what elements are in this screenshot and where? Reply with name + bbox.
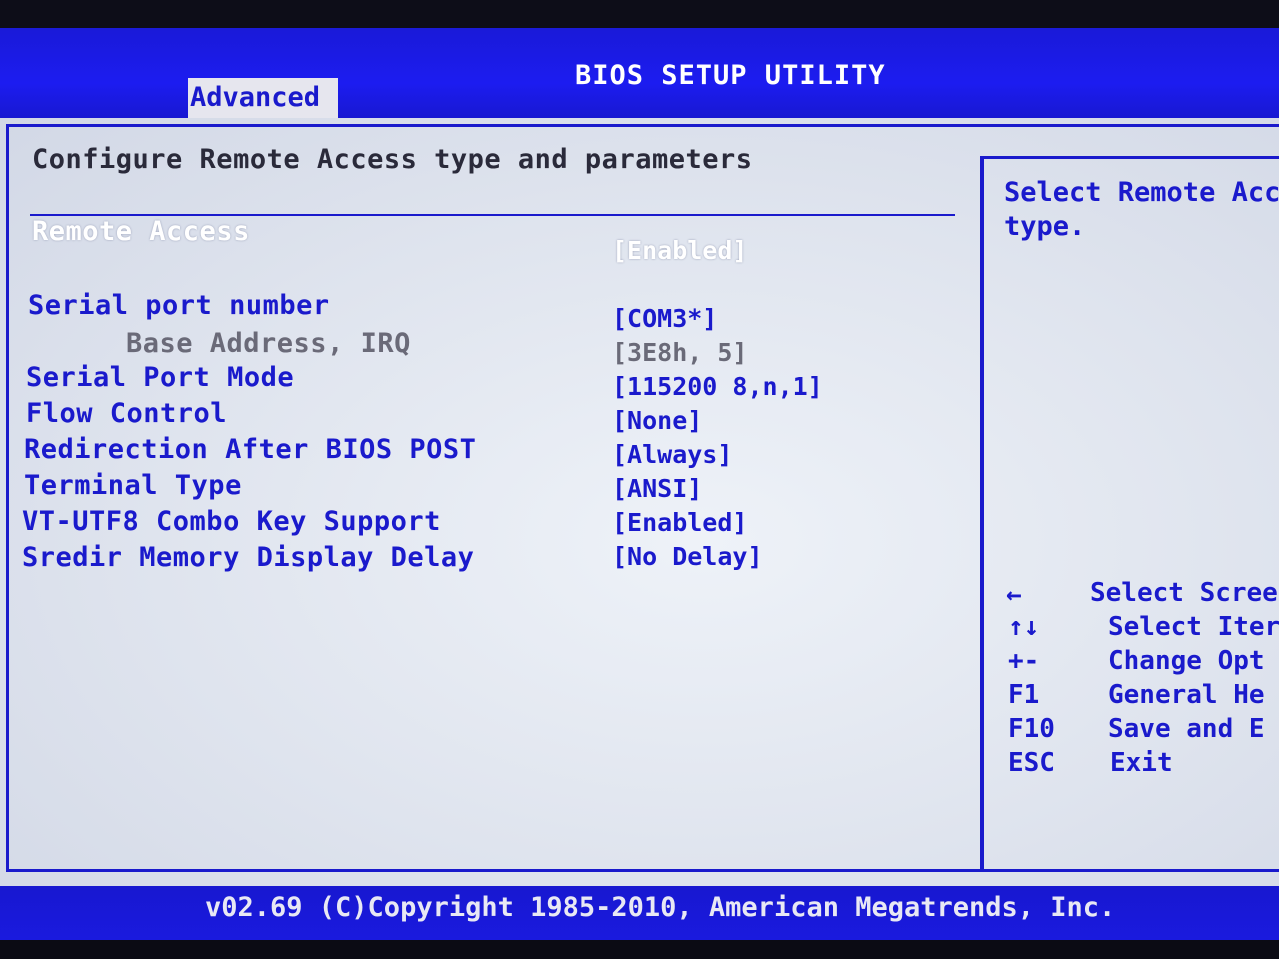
bezel-bottom: [0, 940, 1279, 959]
setting-label-flow-control[interactable]: Flow Control: [26, 398, 227, 429]
setting-value-flow-control[interactable]: [None]: [612, 406, 702, 435]
section-title: Configure Remote Access type and paramet…: [32, 144, 753, 175]
key-esc: ESC: [1008, 748, 1055, 778]
tab-advanced[interactable]: Advanced: [188, 78, 338, 118]
help-panel-top-border: [980, 156, 1279, 159]
key-desc-select-screen: Select Scree: [1090, 578, 1278, 608]
key-desc-exit: Exit: [1110, 748, 1173, 778]
key-desc-select-item: Select Iter: [1108, 612, 1279, 642]
setting-label-sredir-memory-delay[interactable]: Sredir Memory Display Delay: [22, 542, 474, 573]
copyright-text: v02.69 (C)Copyright 1985-2010, American …: [205, 892, 1116, 923]
setting-label-base-address: Base Address, IRQ: [126, 328, 411, 359]
setting-label-serial-port-number[interactable]: Serial port number: [28, 290, 330, 321]
key-f1: F1: [1008, 680, 1040, 710]
setting-label-terminal-type[interactable]: Terminal Type: [24, 470, 242, 501]
key-up-down-arrows: ↑↓: [1008, 612, 1040, 642]
setting-value-sredir-memory-delay[interactable]: [No Delay]: [612, 542, 763, 571]
key-plus-minus: +-: [1008, 646, 1040, 676]
setting-value-serial-port-mode[interactable]: [115200 8,n,1]: [612, 372, 823, 401]
setting-value-remote-access[interactable]: [Enabled]: [612, 236, 747, 265]
setting-value-terminal-type[interactable]: [ANSI]: [612, 474, 702, 503]
setting-label-redirection-after-post[interactable]: Redirection After BIOS POST: [24, 434, 476, 465]
setting-value-serial-port-number[interactable]: [COM3*]: [612, 304, 717, 333]
setting-label-serial-port-mode[interactable]: Serial Port Mode: [26, 362, 294, 393]
setting-value-redirection-after-post[interactable]: [Always]: [612, 440, 732, 469]
setting-label-vt-utf8-combo-key[interactable]: VT-UTF8 Combo Key Support: [22, 506, 441, 537]
bios-title: BIOS SETUP UTILITY: [575, 60, 886, 91]
setting-label-remote-access[interactable]: Remote Access: [32, 216, 250, 247]
setting-value-vt-utf8-combo-key[interactable]: [Enabled]: [612, 508, 747, 537]
key-desc-change-option: Change Opt: [1108, 646, 1265, 676]
help-text: Select Remote Acc type.: [1004, 177, 1279, 242]
key-f10: F10: [1008, 714, 1055, 744]
vertical-divider: [980, 158, 984, 870]
key-desc-save-and-exit: Save and E: [1108, 714, 1265, 744]
key-desc-general-help: General He: [1108, 680, 1265, 710]
key-left-arrow: ←: [1006, 580, 1022, 610]
bios-screen: BIOS SETUP UTILITY Advanced Configure Re…: [0, 0, 1279, 959]
setting-value-base-address: [3E8h, 5]: [612, 338, 748, 367]
